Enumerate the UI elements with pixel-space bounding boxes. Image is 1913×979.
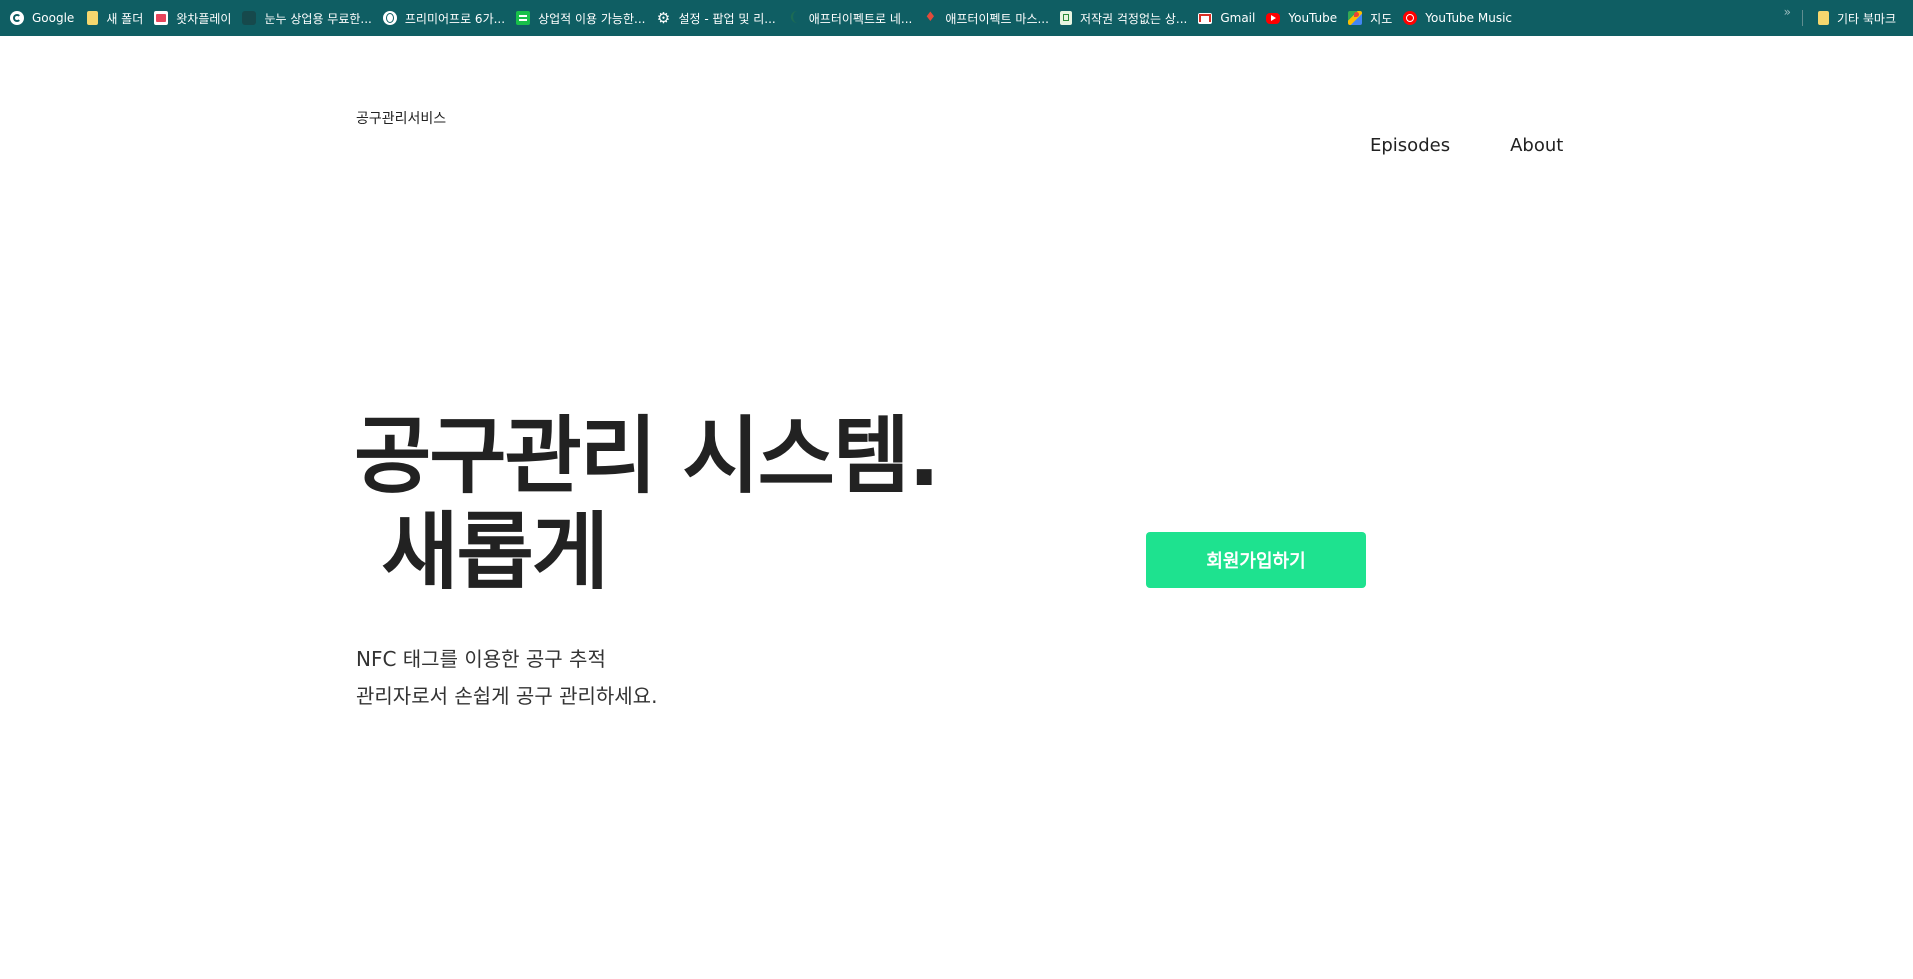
bookmark-google[interactable]: Google	[8, 5, 81, 31]
maps-icon	[1348, 11, 1363, 25]
bookmark-label: 기타 북마크	[1836, 11, 1896, 26]
site-brand[interactable]: 공구관리서비스	[356, 108, 446, 128]
bookmark-gmail[interactable]: Gmail	[1196, 5, 1262, 31]
bookmark-label: 설정 - 팝업 및 리...	[678, 11, 776, 26]
nav-about-link[interactable]: About	[1510, 135, 1563, 156]
hero-title-line-1: 공구관리 시스템.	[354, 407, 940, 505]
hero-subtitle-line-1: NFC 태그를 이용한 공구 추적	[356, 647, 606, 671]
bookmark-label: 애프터이펙트로 네...	[808, 11, 913, 26]
bookmark-label: 애프터이펙트 마스...	[945, 11, 1049, 26]
hero-title-line-2: 새롭게	[354, 503, 609, 601]
leaf-icon: ❨	[788, 10, 800, 25]
gear-icon: ⚙	[656, 9, 671, 27]
watcha-icon	[154, 11, 169, 25]
bookmark-label: 새 폴더	[106, 11, 144, 26]
bookmark-label: Google	[32, 11, 75, 25]
bookmark-after-effects-2[interactable]: ♦ 애프터이펙트 마스...	[921, 5, 1056, 31]
bookmark-youtube-music[interactable]: YouTube Music	[1401, 5, 1519, 31]
hero-subtitle: NFC 태그를 이용한 공구 추적 관리자로서 손쉽게 공구 관리하세요.	[356, 641, 657, 715]
bookmark-nunu[interactable]: 눈누 상업용 무료한...	[240, 5, 378, 31]
bookmark-label: YouTube Music	[1425, 11, 1513, 25]
globe-icon	[382, 11, 397, 25]
bookmark-label: YouTube	[1288, 11, 1338, 25]
bookmark-label: 왓차플레이	[176, 11, 232, 26]
gmail-icon	[1198, 12, 1213, 24]
folder-icon	[87, 11, 99, 25]
bookmarks-bar: Google 새 폴더 왓차플레이 눈누 상업용 무료한... 프리미어프로 6…	[0, 0, 1913, 36]
bookmark-maps[interactable]: 지도	[1346, 5, 1399, 31]
bookmarks-overflow-chevron-icon[interactable]: »	[1784, 5, 1791, 19]
bookmark-commercial-use[interactable]: 상업적 이용 가능한...	[514, 5, 652, 31]
bookmark-label: 프리미어프로 6가...	[404, 11, 506, 26]
bookmark-label: 상업적 이용 가능한...	[538, 11, 646, 26]
nav-episodes-link[interactable]: Episodes	[1370, 135, 1450, 156]
bookmarks-divider	[1802, 10, 1803, 26]
bookmark-new-folder[interactable]: 새 폴더	[83, 5, 150, 31]
hero-subtitle-line-2: 관리자로서 손쉽게 공구 관리하세요.	[356, 684, 658, 708]
bookmark-watcha[interactable]: 왓차플레이	[152, 5, 238, 31]
signup-button[interactable]: 회원가입하기	[1146, 532, 1366, 588]
bookmark-label: 지도	[1370, 11, 1393, 26]
drop-icon: ♦	[924, 10, 937, 25]
bookmark-other-bookmarks[interactable]: 기타 북마크	[1814, 5, 1903, 31]
hero-title: 공구관리 시스템. 새롭게	[354, 407, 940, 601]
youtube-music-icon	[1403, 11, 1418, 25]
bookmark-premiere[interactable]: 프리미어프로 6가...	[381, 5, 512, 31]
site-nav: Episodes About	[1370, 135, 1563, 156]
youtube-icon	[1266, 12, 1281, 24]
bookmark-label: 저작권 걱정없는 상...	[1079, 11, 1188, 26]
bookmark-label: 눈누 상업용 무료한...	[264, 11, 372, 26]
bookmark-label: Gmail	[1220, 11, 1256, 25]
bookmark-copyright-free[interactable]: 저작권 걱정없는 상...	[1058, 5, 1194, 31]
folder-icon	[1817, 11, 1829, 25]
green-square-icon	[516, 11, 531, 25]
bookmark-settings-popup[interactable]: ⚙ 설정 - 팝업 및 리...	[654, 5, 782, 31]
bookmark-youtube[interactable]: YouTube	[1264, 5, 1344, 31]
bookmark-after-effects-1[interactable]: ❨ 애프터이펙트로 네...	[785, 5, 920, 31]
sheet-icon	[1059, 11, 1072, 25]
nunu-icon	[242, 11, 257, 25]
google-icon	[10, 11, 24, 25]
